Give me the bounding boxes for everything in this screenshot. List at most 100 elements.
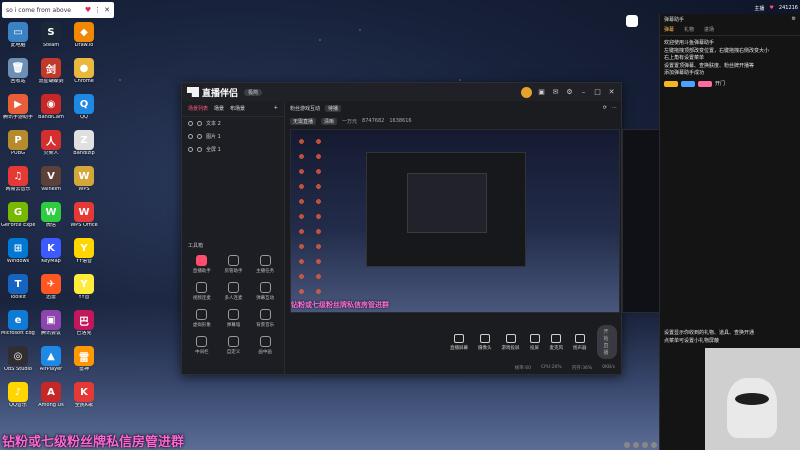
message-icon[interactable]: ✉ <box>551 88 560 97</box>
tool-button[interactable]: 直播助手 <box>186 255 218 274</box>
source-row[interactable]: 文本 2 <box>182 117 284 130</box>
tray-icon[interactable] <box>642 442 648 448</box>
stream-area: 粉丝游戏互动 待播 ⟳ ⋯ 无需直播 清晰 一万元 8747682 163861… <box>286 101 723 374</box>
tool-icon <box>227 282 239 293</box>
tab-layout[interactable]: 布场景 <box>230 105 245 112</box>
desktop-icon[interactable]: S Steam <box>34 22 68 49</box>
desktop-icon[interactable]: Y YY音 <box>67 274 101 301</box>
desktop-icon[interactable]: A Among Us <box>34 382 68 409</box>
desktop-icon[interactable]: ▭ 此电脑 <box>1 22 35 49</box>
desktop-icon[interactable]: W WPS Office <box>67 202 101 229</box>
game-cast-button[interactable]: 游戏投屏 <box>502 333 520 351</box>
desktop-icon[interactable]: Q QQ <box>67 94 101 121</box>
tool-button[interactable]: 画中画 <box>249 336 281 355</box>
cat-icon[interactable] <box>626 15 638 27</box>
camera-button[interactable]: 摄像头 <box>478 333 492 351</box>
desktop-icon[interactable]: e Microsoft Edge <box>1 310 35 337</box>
desktop-icon[interactable]: ♪ QQ音乐 <box>1 382 35 409</box>
tab-scene-list[interactable]: 场景列表 <box>188 105 208 112</box>
screen-capture-button[interactable]: 直播屏幕 <box>450 333 468 351</box>
desktop-icon[interactable]: K 全民K歌 <box>67 382 101 409</box>
tool-button[interactable]: 弹幕互动 <box>249 282 281 301</box>
tab-scene[interactable]: 场景 <box>214 105 224 112</box>
desktop-icon[interactable]: K KeyMap <box>34 238 68 265</box>
avatar[interactable] <box>521 86 532 98</box>
desktop-icon[interactable]: 巴巴洛克 <box>67 310 101 337</box>
microphone-button[interactable]: 麦克风 <box>550 333 563 351</box>
desktop-icon[interactable]: GGeForce Experience <box>1 202 35 229</box>
add-scene-icon[interactable]: + <box>274 105 278 112</box>
tool-button[interactable]: 虚拟形象 <box>186 309 218 328</box>
tool-button[interactable]: 房管助手 <box>218 255 250 274</box>
desktop-icon[interactable]: V Valheim <box>34 166 68 193</box>
tool-button[interactable]: 视频连麦 <box>186 282 218 301</box>
music-notification[interactable]: so i come from above ♥ ⋮ ✕ <box>2 2 114 18</box>
desktop-icon[interactable]: W WPS <box>67 166 101 193</box>
desktop-icon[interactable]: W 微信 <box>34 202 68 229</box>
desktop-icon[interactable]: ◎ OBS Studio <box>1 346 35 373</box>
refresh-icon[interactable]: ⟳ <box>603 105 607 111</box>
eye-icon[interactable] <box>188 147 193 152</box>
gift-icon[interactable]: ▣ <box>537 88 546 97</box>
more-icon[interactable]: ⋯ <box>612 105 617 111</box>
app-icon: S <box>41 22 61 42</box>
tray-icon[interactable] <box>624 442 630 448</box>
desktop-icon[interactable]: 雷雷神 <box>67 346 101 373</box>
desktop-icon[interactable]: Z Bandizip <box>67 130 101 157</box>
tool-button[interactable]: 中间栏 <box>186 336 218 355</box>
heart-icon[interactable]: ♥ <box>85 6 91 14</box>
lock-icon[interactable] <box>197 147 202 152</box>
start-live-button[interactable]: 开始直播 <box>596 325 617 359</box>
speaker-icon <box>574 333 585 343</box>
maximize-icon[interactable]: □ <box>593 88 602 97</box>
desktop-icon[interactable]: T Toolkit <box>1 274 35 301</box>
danmaku-message: 设置置顶弹幕、查换肤度、粉丝牌开播等 <box>664 62 755 69</box>
eye-icon[interactable] <box>188 134 193 139</box>
tab-danmaku[interactable]: 弹幕 <box>664 26 674 33</box>
stream-title[interactable]: 粉丝游戏互动 <box>290 105 320 112</box>
tool-button[interactable]: 多人连麦 <box>218 282 250 301</box>
desktop-icon[interactable]: Y YY语音 <box>67 238 101 265</box>
app-icon: W <box>41 202 61 222</box>
tab-entrances[interactable]: 进场 <box>704 26 714 33</box>
desktop-icon[interactable]: P PUBG <box>1 130 35 157</box>
tool-button[interactable]: 背景音乐 <box>249 309 281 328</box>
lock-icon[interactable] <box>197 121 202 126</box>
desktop-icon[interactable]: 人火柴人 <box>34 130 68 157</box>
desktop-icon[interactable]: 🗑 回收站 <box>1 58 35 85</box>
minimize-icon[interactable]: – <box>579 88 588 97</box>
tab-gifts[interactable]: 礼物 <box>684 26 694 33</box>
app-icon: 🗑 <box>8 58 28 78</box>
lock-icon[interactable] <box>197 134 202 139</box>
tool-button[interactable]: 自定义 <box>218 336 250 355</box>
eye-icon[interactable] <box>188 121 193 126</box>
tool-button[interactable]: 主播任务 <box>249 255 281 274</box>
projection-button[interactable]: 投屏 <box>529 333 540 351</box>
desktop-icon[interactable]: 剑流星蝴蝶剑 <box>34 58 68 85</box>
tool-icon <box>196 282 208 293</box>
desktop-icon[interactable]: ◆ Draw.io <box>67 22 101 49</box>
source-row[interactable]: 图片 1 <box>182 130 284 143</box>
desktop-icon[interactable]: ● Chrome <box>67 58 101 85</box>
speaker-button[interactable]: 扬声器 <box>573 333 587 351</box>
desktop-icon[interactable]: ▶ 腾讯手游助手 <box>1 94 35 121</box>
settings-icon[interactable]: ⚙ <box>565 88 574 97</box>
source-row[interactable]: 全屏 1 <box>182 143 284 156</box>
tray-icon[interactable] <box>651 442 657 448</box>
tray-icon[interactable] <box>633 442 639 448</box>
close-window-icon[interactable]: ✕ <box>607 88 616 97</box>
desktop-icon[interactable]: ✈ 迅雷 <box>34 274 68 301</box>
settings-icon[interactable]: ⚙ <box>792 16 796 22</box>
menu-icon[interactable]: ⋮ <box>94 6 101 14</box>
desktop-icon[interactable]: ♫ 网易云音乐 <box>1 166 35 193</box>
desktop-icon[interactable]: ◉ BandiCam <box>34 94 68 121</box>
close-icon[interactable]: ✕ <box>104 6 110 14</box>
stream-category[interactable]: 无需直播 <box>290 117 317 125</box>
desktop-icon[interactable]: ⊞ Windows <box>1 238 35 265</box>
desktop-icon[interactable]: ▣ 腾讯会议 <box>34 310 68 337</box>
stream-preview[interactable]: 钻粉或七级粉丝牌私信房管进群 <box>290 129 620 313</box>
stream-quality[interactable]: 清晰 <box>321 117 338 125</box>
tool-button[interactable]: 弹幕墙 <box>218 309 250 328</box>
desktop-icon[interactable]: ▲ AirPlayer <box>34 346 68 373</box>
version-badge[interactable]: 极简 <box>244 88 263 96</box>
